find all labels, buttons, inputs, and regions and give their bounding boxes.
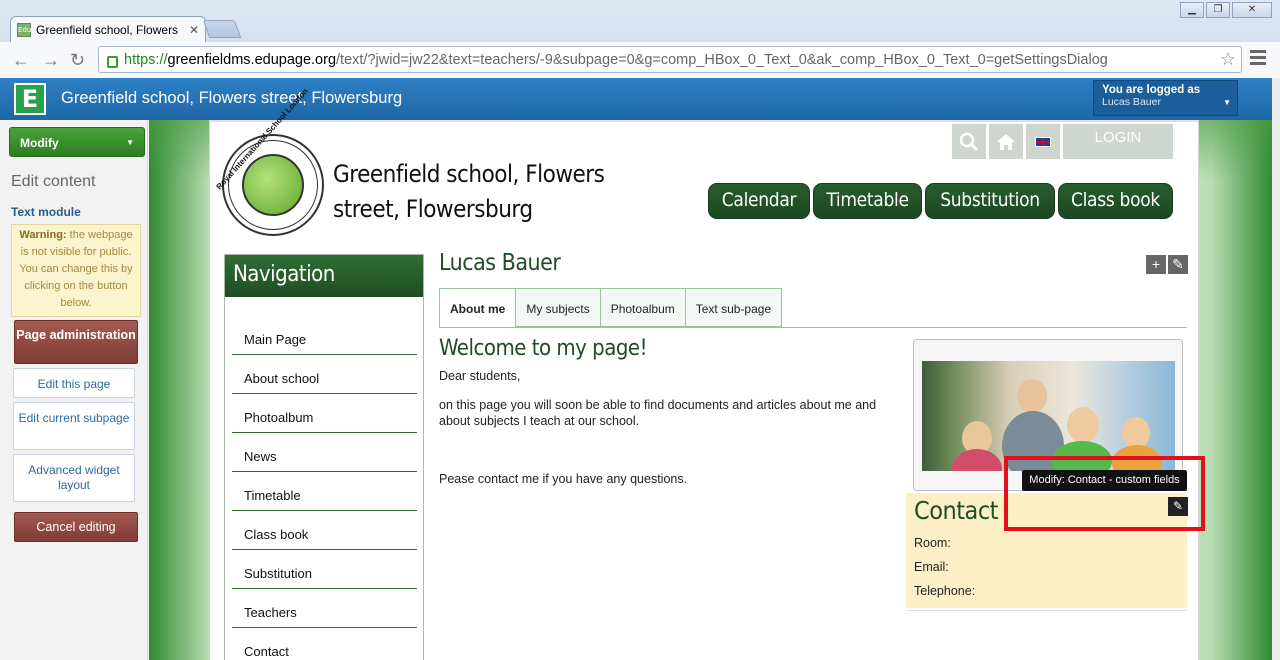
browser-menu-icon[interactable] (1250, 50, 1266, 68)
logged-user-name: Lucas Bauer (1102, 96, 1161, 108)
divider (906, 610, 1187, 611)
chevron-down-icon: ▼ (1223, 98, 1231, 107)
contact-invite-text: Pease contact me if you have any questio… (439, 472, 688, 486)
user-menu[interactable]: You are logged as Lucas Bauer ▼ (1093, 80, 1238, 116)
address-bar[interactable]: https://greenfieldms.edupage.org/text/?j… (98, 46, 1242, 73)
bookmark-star-icon[interactable]: ☆ (1220, 49, 1236, 70)
contact-title: Contact (914, 496, 999, 525)
edupage-logo[interactable]: E (14, 83, 46, 115)
nav-item-substitution[interactable]: Substitution (232, 550, 417, 589)
tab-close-icon[interactable]: ✕ (189, 23, 199, 37)
tab-text-sub-page[interactable]: Text sub-page (685, 288, 783, 327)
welcome-heading: Welcome to my page! (439, 336, 648, 361)
edit-pencil-icon[interactable]: ✎ (1168, 255, 1188, 274)
navigation-title: Navigation (225, 255, 423, 297)
search-button[interactable] (952, 124, 986, 159)
tab-about-me[interactable]: About me (439, 288, 517, 328)
nav-item-class-book[interactable]: Class book (232, 511, 417, 550)
maximize-icon[interactable]: ❐ (1206, 2, 1230, 18)
school-title: Greenfield school, Flowers street, Flowe… (333, 160, 605, 223)
chevron-down-icon: ▼ (126, 138, 134, 147)
telephone-label: Telephone: (914, 584, 976, 598)
nav-timetable[interactable]: Timetable (813, 183, 922, 219)
reload-icon[interactable]: ↻ (70, 50, 85, 71)
nav-item-contact[interactable]: Contact (232, 628, 417, 660)
logo-letter: E (16, 85, 44, 113)
nav-item-timetable[interactable]: Timetable (232, 472, 417, 511)
search-icon (959, 132, 979, 151)
modify-button[interactable]: Modify ▼ (9, 127, 145, 157)
edit-content-heading: Edit content (11, 173, 96, 190)
forward-icon[interactable]: → (42, 50, 60, 71)
room-label: Room: (914, 536, 951, 550)
browser-chrome: Edu Greenfield school, Flowers st ✕ ▁ ❐ … (0, 0, 1280, 78)
intro-paragraph: on this page you will soon be able to fi… (439, 398, 877, 428)
email-label: Email: (914, 560, 949, 574)
cancel-editing-button[interactable]: Cancel editing (14, 512, 138, 542)
tab-title: Greenfield school, Flowers st (36, 22, 178, 37)
favicon-icon: Edu (17, 22, 31, 37)
page-tools: + ✎ (1146, 255, 1188, 274)
window-close-icon[interactable]: ✕ (1232, 2, 1272, 18)
nav-calendar[interactable]: Calendar (708, 183, 810, 219)
classroom-photo (922, 361, 1175, 471)
lock-icon (107, 55, 118, 68)
seal-emblem (242, 154, 304, 216)
topbar-site-name: Greenfield school, Flowers street, Flowe… (61, 89, 403, 107)
greeting-text: Dear students, (439, 369, 521, 383)
header-icon-bar: LOGIN (952, 124, 1173, 159)
page-administration-button[interactable]: Page administration (14, 320, 138, 364)
edit-subpage-button[interactable]: Edit current subpage (13, 402, 135, 450)
nav-item-news[interactable]: News (232, 433, 417, 472)
nav-class-book[interactable]: Class book (1058, 183, 1173, 219)
edupage-topbar: E Greenfield school, Flowers street, Flo… (0, 78, 1272, 120)
add-icon[interactable]: + (1146, 255, 1166, 274)
subpage-tabs: About me My subjects Photoalbum Text sub… (439, 288, 1187, 328)
language-button[interactable] (1026, 124, 1060, 159)
advanced-layout-button[interactable]: Advanced widget layout (13, 454, 135, 502)
nav-substitution[interactable]: Substitution (925, 183, 1055, 219)
modify-label: Modify (20, 136, 59, 150)
tab-my-subjects[interactable]: My subjects (516, 288, 601, 327)
nav-item-about-school[interactable]: About school (232, 355, 417, 394)
url-scheme: https:// (124, 51, 168, 68)
edit-page-button[interactable]: Edit this page (13, 368, 135, 398)
school-seal-logo[interactable]: Royal International School London (215, 87, 324, 236)
warning-label: Warning: (19, 229, 67, 241)
warning-text: the webpage is not visible for public. Y… (19, 229, 133, 309)
home-icon (997, 133, 1015, 150)
page-title: Lucas Bauer (439, 250, 561, 276)
highlight-box (1004, 456, 1205, 531)
uk-flag-icon (1035, 136, 1051, 147)
module-name: Text module (11, 205, 81, 219)
navigation-box: Navigation Main Page About school Photoa… (224, 254, 424, 660)
browser-toolbar: ← → ↻ https://greenfieldms.edupage.org/t… (0, 42, 1280, 78)
nav-item-main-page[interactable]: Main Page (232, 316, 417, 355)
home-button[interactable] (989, 124, 1023, 159)
window-controls: ▁ ❐ ✕ (1180, 2, 1272, 18)
visibility-warning: Warning: the webpage is not visible for … (11, 224, 141, 317)
browser-tab[interactable]: Edu Greenfield school, Flowers st ✕ (10, 16, 206, 42)
new-tab-button[interactable] (202, 20, 242, 38)
login-button[interactable]: LOGIN (1063, 124, 1173, 159)
nav-item-teachers[interactable]: Teachers (232, 589, 417, 628)
logged-as-label: You are logged as (1102, 84, 1201, 96)
url-path: /text/?jwid=jw22&text=teachers/-9&subpag… (336, 51, 1108, 68)
back-icon[interactable]: ← (12, 50, 30, 71)
page-scrollbar[interactable] (1272, 78, 1280, 660)
nav-item-photoalbum[interactable]: Photoalbum (232, 394, 417, 433)
minimize-icon[interactable]: ▁ (1180, 2, 1204, 18)
edit-panel: Modify ▼ Edit content Text module Warnin… (0, 120, 148, 660)
tab-photoalbum[interactable]: Photoalbum (600, 288, 686, 327)
navigation-list: Main Page About school Photoalbum News T… (225, 316, 423, 660)
url-host: greenfieldms.edupage.org (167, 51, 337, 68)
